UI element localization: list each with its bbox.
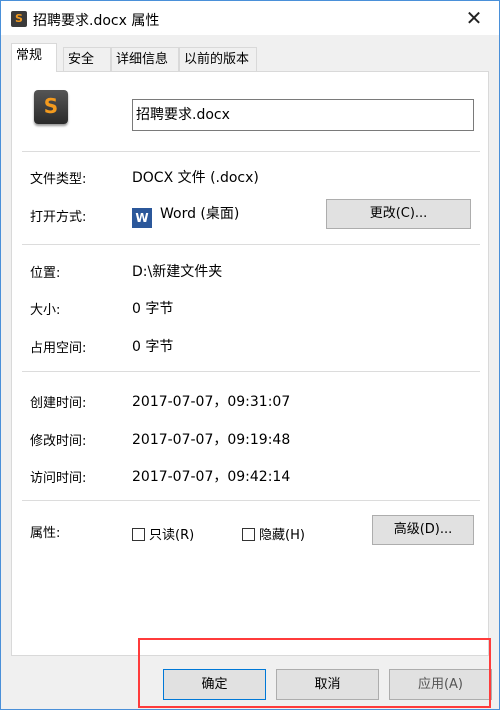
file-type-label: 文件类型: [30,172,87,187]
general-panel: S 招聘要求.docx 文件类型: DOCX 文件 (.docx) 打开方式: … [11,71,489,656]
file-type-icon: S [34,90,68,124]
accessed-value: 2017-07-07，09:42:14 [132,469,291,485]
size-on-disk-value: 0 字节 [132,339,174,355]
file-type-value: DOCX 文件 (.docx) [132,170,259,186]
word-icon: W [132,208,152,228]
change-button[interactable]: 更改(C)... [326,199,471,229]
size-on-disk-label: 占用空间: [30,341,87,356]
created-label: 创建时间: [30,396,87,411]
size-label: 大小: [30,303,61,318]
opens-with-app: Word (桌面) [160,206,240,222]
cancel-button[interactable]: 取消 [276,669,379,700]
readonly-label: 只读(R) [149,528,195,543]
window-title: 招聘要求.docx 属性 [33,13,160,29]
location-value: D:\新建文件夹 [132,264,223,280]
size-value: 0 字节 [132,301,174,317]
location-label: 位置: [30,266,61,281]
modified-value: 2017-07-07，09:19:48 [132,432,291,448]
tab-previous-versions[interactable]: 以前的版本 [179,47,257,71]
readonly-checkbox[interactable]: 只读(R) [132,524,194,543]
ok-button[interactable]: 确定 [163,669,266,700]
properties-window: S 招聘要求.docx 属性 ✕ 常规 安全 详细信息 以前的版本 S 招聘要求… [0,0,500,710]
opens-with-value: W Word (桌面) [132,203,239,228]
hidden-label: 隐藏(H) [259,528,305,543]
tab-general[interactable]: 常规 [11,43,57,72]
divider [22,151,480,152]
modified-label: 修改时间: [30,434,87,449]
attributes-label: 属性: [30,526,61,541]
divider [22,500,480,501]
apply-button[interactable]: 应用(A) [389,669,492,700]
tab-details[interactable]: 详细信息 [111,47,179,71]
sublime-file-icon: S [11,11,27,27]
created-value: 2017-07-07，09:31:07 [132,394,291,410]
divider [22,371,480,372]
advanced-button[interactable]: 高级(D)... [372,515,474,545]
title-bar: S 招聘要求.docx 属性 ✕ [1,1,499,35]
file-name-input[interactable]: 招聘要求.docx [132,99,474,131]
tab-security[interactable]: 安全 [63,47,111,71]
accessed-label: 访问时间: [30,471,87,486]
opens-with-label: 打开方式: [30,210,87,225]
checkbox-box[interactable] [242,528,255,541]
close-icon[interactable]: ✕ [459,5,489,31]
hidden-checkbox[interactable]: 隐藏(H) [242,524,305,543]
divider [22,244,480,245]
checkbox-box[interactable] [132,528,145,541]
